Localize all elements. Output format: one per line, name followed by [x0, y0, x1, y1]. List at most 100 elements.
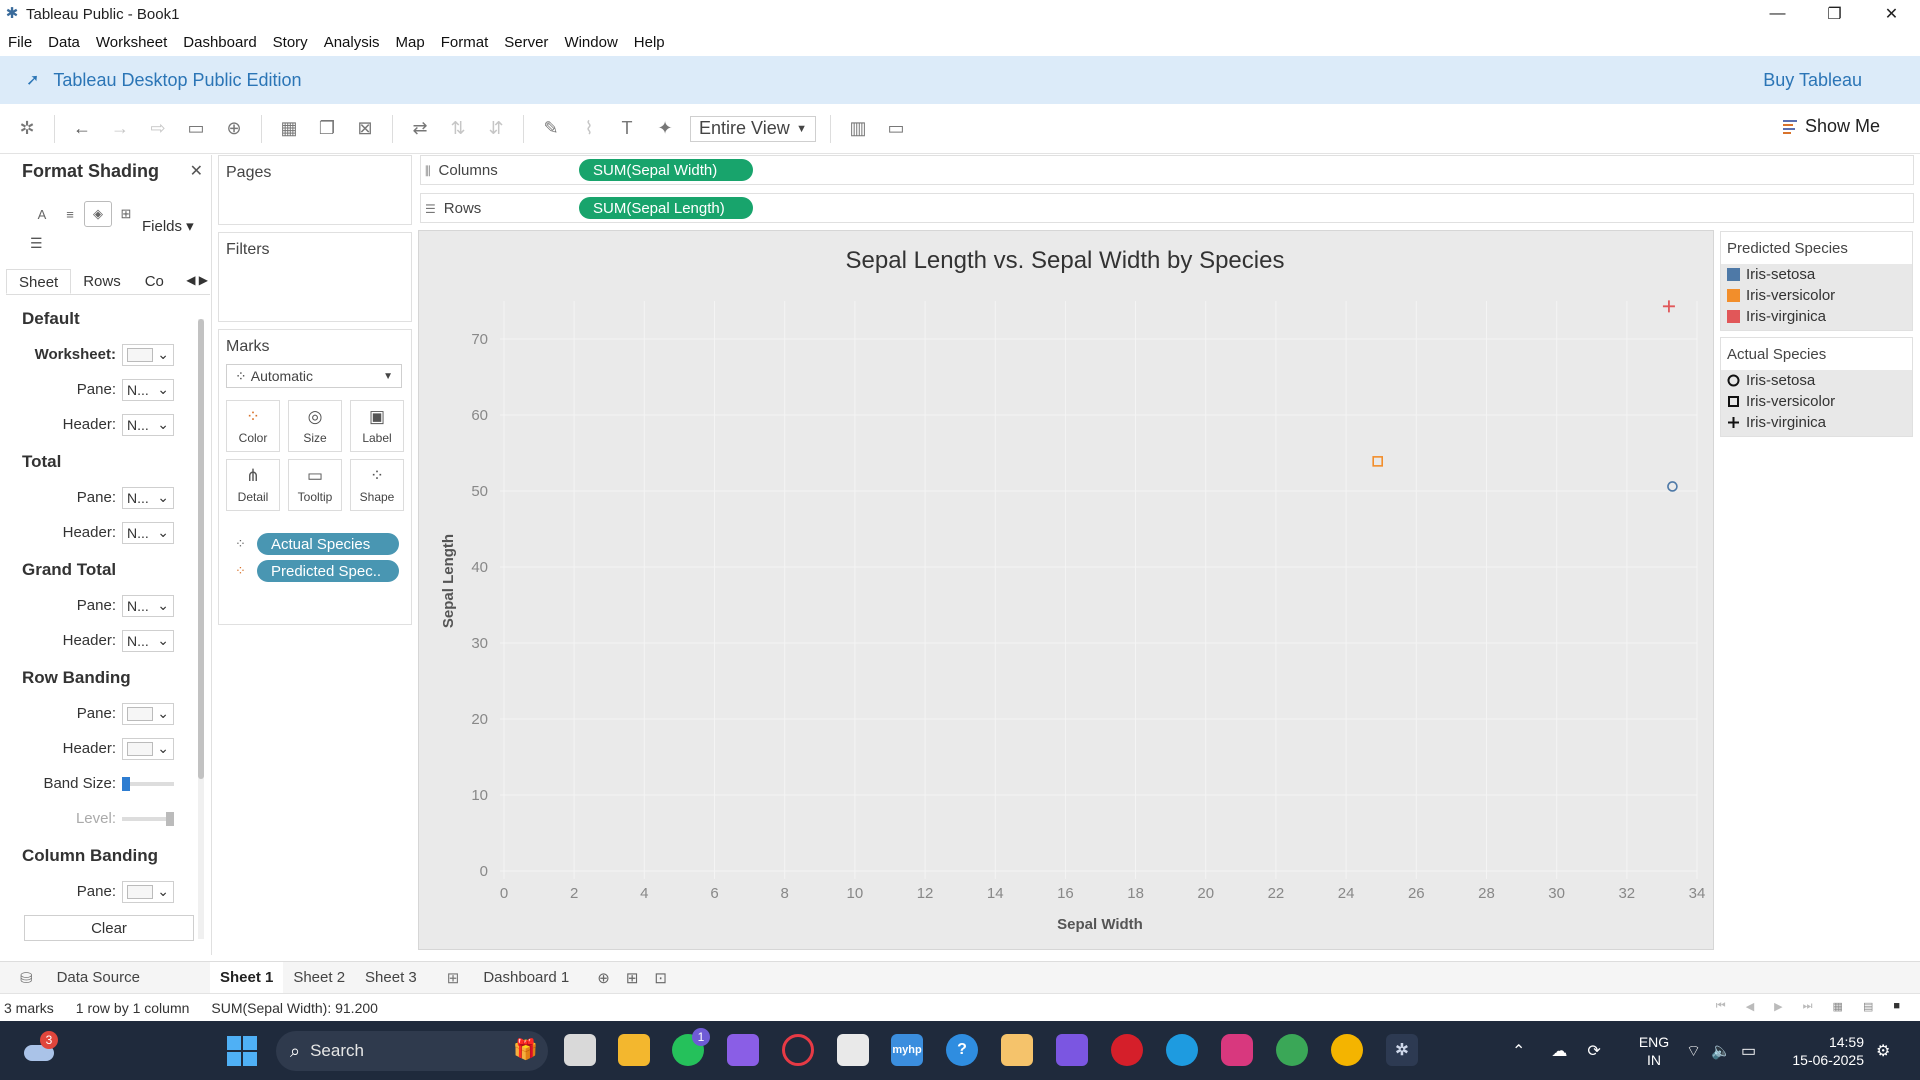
- total-header-dropdown[interactable]: N... ⌄: [122, 521, 174, 544]
- next-sheet-icon[interactable]: ▶: [1770, 1000, 1792, 1013]
- legend-item[interactable]: Iris-virginica: [1721, 306, 1912, 327]
- tab-dashboard-1[interactable]: ⊞ Dashboard 1: [427, 962, 589, 994]
- data-source-tab[interactable]: ⛁ Data Source: [0, 962, 160, 994]
- tab-sheet[interactable]: Sheet: [6, 269, 72, 294]
- legend-item[interactable]: Iris-versicolor: [1721, 285, 1912, 306]
- worksheet-view[interactable]: Sepal Length vs. Sepal Width by Species …: [418, 230, 1714, 950]
- actual-species-legend[interactable]: Actual Species Iris-setosa Iris-versicol…: [1720, 337, 1913, 437]
- highlight-icon[interactable]: ✎: [538, 116, 564, 142]
- tab-rows[interactable]: Rows: [71, 269, 133, 294]
- sync-icon[interactable]: ⟳: [1587, 1041, 1600, 1061]
- clear-button[interactable]: Clear: [24, 915, 194, 941]
- shading-icon[interactable]: ◈: [84, 201, 112, 227]
- predicted-species-pill[interactable]: Predicted Spec..: [257, 560, 399, 582]
- lines-icon[interactable]: ☰: [30, 235, 43, 252]
- level-slider[interactable]: [122, 811, 174, 826]
- language-indicator[interactable]: ENG IN: [1636, 1033, 1672, 1069]
- sort-descending-icon[interactable]: ⇵: [483, 116, 509, 142]
- opera-icon[interactable]: [1111, 1034, 1143, 1066]
- fit-view-dropdown[interactable]: Entire View ▼: [690, 115, 816, 142]
- size-button[interactable]: ◎ Size: [288, 400, 342, 452]
- legend-item[interactable]: Iris-versicolor: [1721, 391, 1912, 412]
- font-icon[interactable]: A: [28, 201, 56, 227]
- mark-type-dropdown[interactable]: ⁘ Automatic ▼: [226, 364, 402, 388]
- sum-sepal-width-pill[interactable]: SUM(Sepal Width): [579, 159, 753, 181]
- show-mark-labels-icon[interactable]: T: [614, 116, 640, 142]
- pages-card[interactable]: Pages: [218, 155, 412, 225]
- onedrive-icon[interactable]: ☁: [1551, 1041, 1567, 1061]
- close-icon[interactable]: ✕: [190, 161, 203, 181]
- row-banding-header-color[interactable]: ⌄: [122, 737, 174, 760]
- menu-analysis[interactable]: Analysis: [316, 34, 388, 51]
- legend-item[interactable]: Iris-setosa: [1721, 264, 1912, 285]
- detail-button[interactable]: ⋔ Detail: [226, 459, 280, 511]
- worksheet-color-picker[interactable]: ⌄: [122, 343, 174, 366]
- microsoft-store-icon[interactable]: [837, 1034, 869, 1066]
- menu-format[interactable]: Format: [433, 34, 497, 51]
- minimize-button[interactable]: —: [1749, 0, 1806, 28]
- menu-map[interactable]: Map: [388, 34, 433, 51]
- new-data-source-icon[interactable]: ⊕: [221, 116, 247, 142]
- show-filmstrip-icon[interactable]: ▤: [1859, 1000, 1883, 1013]
- file-explorer-icon[interactable]: [618, 1034, 650, 1066]
- chrome-icon[interactable]: [1276, 1034, 1308, 1066]
- start-button[interactable]: [227, 1036, 257, 1066]
- tab-sheet-3[interactable]: Sheet 3: [355, 962, 427, 994]
- default-header-dropdown[interactable]: N... ⌄: [122, 413, 174, 436]
- show-sheet-sorter-icon[interactable]: ▦: [1829, 1000, 1853, 1013]
- new-story-icon[interactable]: ⊡: [646, 962, 675, 994]
- microsoft-365-icon[interactable]: [1056, 1034, 1088, 1066]
- system-clock[interactable]: 14:59 15-06-2025: [1784, 1033, 1864, 1069]
- copilot-icon[interactable]: [727, 1034, 759, 1066]
- format-pane-scrollbar[interactable]: [198, 319, 204, 939]
- sum-sepal-length-pill[interactable]: SUM(Sepal Length): [579, 197, 753, 219]
- chrome-profile-icon[interactable]: [1331, 1034, 1363, 1066]
- notifications-icon[interactable]: ⚙: [1876, 1021, 1890, 1080]
- swap-rows-columns-icon[interactable]: ⇄: [407, 116, 433, 142]
- tableau-taskbar-icon[interactable]: ✲: [1386, 1034, 1418, 1066]
- grand-total-header-dropdown[interactable]: N... ⌄: [122, 629, 174, 652]
- buy-tableau-link[interactable]: Buy Tableau: [1763, 70, 1862, 91]
- tab-sheet-1[interactable]: Sheet 1: [209, 961, 284, 994]
- band-size-slider[interactable]: [122, 776, 174, 791]
- label-button[interactable]: ▣ Label: [350, 400, 404, 452]
- row-banding-pane-color[interactable]: ⌄: [122, 702, 174, 725]
- new-worksheet-icon[interactable]: ⊕: [589, 962, 618, 994]
- menu-story[interactable]: Story: [265, 34, 316, 51]
- tableau-home-icon[interactable]: ✲: [14, 116, 40, 142]
- fields-dropdown[interactable]: Fields ▾: [142, 217, 194, 235]
- show-cards-icon[interactable]: ▥: [845, 116, 871, 142]
- instagram-icon[interactable]: [1221, 1034, 1253, 1066]
- new-worksheet-icon[interactable]: ▦: [276, 116, 302, 142]
- show-tabs-icon[interactable]: ■: [1889, 1000, 1910, 1013]
- legend-item[interactable]: Iris-virginica: [1721, 412, 1912, 433]
- actual-species-pill[interactable]: Actual Species: [257, 533, 399, 555]
- close-button[interactable]: ✕: [1863, 0, 1920, 28]
- sort-ascending-icon[interactable]: ⇅: [445, 116, 471, 142]
- prev-sheet-icon[interactable]: ◀: [1742, 1000, 1764, 1013]
- presentation-mode-icon[interactable]: ▭: [883, 116, 909, 142]
- last-sheet-icon[interactable]: ⏭: [1799, 1000, 1823, 1013]
- borders-icon[interactable]: ⊞: [112, 201, 140, 227]
- photos-icon[interactable]: [1001, 1034, 1033, 1066]
- menu-worksheet[interactable]: Worksheet: [88, 34, 175, 51]
- replay-icon[interactable]: ⇨: [145, 116, 171, 142]
- show-me-button[interactable]: Show Me: [1782, 116, 1880, 137]
- fix-axes-icon[interactable]: ✦: [652, 116, 678, 142]
- predicted-species-legend[interactable]: Predicted Species Iris-setosa Iris-versi…: [1720, 231, 1913, 331]
- menu-server[interactable]: Server: [496, 34, 556, 51]
- rows-shelf[interactable]: ☰ Rows SUM(Sepal Length): [420, 193, 1914, 223]
- help-tips-icon[interactable]: ?: [946, 1034, 978, 1066]
- edge-icon[interactable]: [1166, 1034, 1198, 1066]
- legend-item[interactable]: Iris-setosa: [1721, 370, 1912, 391]
- tab-scroll-arrows[interactable]: ◀ ▶: [184, 269, 210, 294]
- shape-button[interactable]: ⁘ Shape: [350, 459, 404, 511]
- chevron-up-icon[interactable]: ⌃: [1512, 1041, 1525, 1061]
- columns-shelf[interactable]: ⫼ Columns SUM(Sepal Width): [420, 155, 1914, 185]
- grand-total-pane-dropdown[interactable]: N... ⌄: [122, 594, 174, 617]
- menu-window[interactable]: Window: [556, 34, 625, 51]
- restore-button[interactable]: ❐: [1806, 0, 1863, 28]
- tooltip-button[interactable]: ▭ Tooltip: [288, 459, 342, 511]
- whatsapp-icon[interactable]: 1: [672, 1028, 710, 1066]
- opera-gx-icon[interactable]: [782, 1034, 814, 1066]
